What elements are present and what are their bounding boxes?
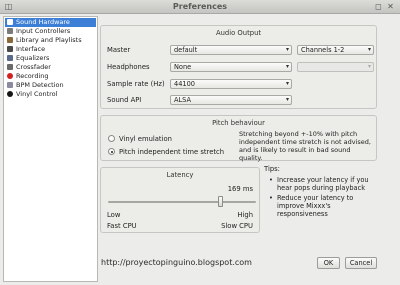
tips-title: Tips: (264, 165, 280, 173)
chevron-down-icon: ▾ (367, 63, 371, 70)
sidebar-item-label: Interface (16, 45, 46, 53)
audio-output-title: Audio Output (215, 29, 262, 37)
sidebar-item-recording[interactable]: Recording (5, 72, 96, 81)
cancel-button[interactable]: Cancel (345, 257, 377, 269)
blog-watermark: http://proyectopinguino.blogspot.com (101, 258, 252, 267)
sidebar-item-vinyl-control[interactable]: Vinyl Control (5, 90, 96, 99)
sidebar-item-label: Sound Hardware (16, 18, 70, 26)
sound-api-value: ALSA (174, 96, 192, 104)
speaker-icon (7, 19, 13, 25)
sidebar-item-label: Equalizers (16, 54, 50, 62)
latency-value: 169 ms (227, 185, 253, 193)
minimize-icon[interactable]: ◻ (374, 3, 383, 11)
sidebar-item-label: Input Controllers (16, 27, 71, 35)
tips-list: • Increase your latency if you hear pops… (266, 176, 382, 218)
ok-button[interactable]: OK (317, 257, 340, 269)
sidebar-item-input-controllers[interactable]: Input Controllers (5, 27, 96, 36)
pitch-independent-radio[interactable] (108, 148, 115, 155)
equalizer-icon (7, 55, 13, 61)
latency-slider-track[interactable] (108, 201, 256, 203)
sound-api-select[interactable]: ALSA ▾ (170, 95, 292, 105)
headphones-label: Headphones (107, 63, 150, 71)
master-label: Master (107, 46, 131, 54)
bpm-icon (7, 82, 13, 88)
sidebar-item-label: Crossfader (16, 63, 51, 71)
sidebar-item-label: BPM Detection (16, 81, 64, 89)
pitch-behaviour-title: Pitch behaviour (212, 119, 265, 127)
monitor-icon (7, 46, 13, 52)
latency-title: Latency (166, 171, 194, 179)
master-channels-select[interactable]: Channels 1-2 ▾ (297, 45, 374, 55)
sidebar-item-label: Vinyl Control (16, 90, 58, 98)
sample-rate-label: Sample rate (Hz) (107, 80, 165, 88)
headphones-device-select[interactable]: None ▾ (170, 62, 292, 72)
fast-cpu-label: Fast CPU (107, 222, 137, 230)
tip-text: Reduce your latency to improve Mixxx's r… (277, 194, 354, 218)
crossfader-icon (7, 64, 13, 70)
sidebar-item-label: Recording (16, 72, 49, 80)
library-icon (7, 37, 13, 43)
pitch-warning-note: Stretching beyond +-10% with pitch indep… (239, 130, 371, 162)
tip-text: Increase your latency if you hear pops d… (277, 176, 369, 192)
sidebar-item-label: Library and Playlists (16, 36, 82, 44)
slow-cpu-label: Slow CPU (221, 222, 253, 230)
chevron-down-icon: ▾ (367, 46, 371, 53)
sidebar-item-library-and-playlists[interactable]: Library and Playlists (5, 36, 96, 45)
tip-item: • Increase your latency if you hear pops… (269, 176, 369, 192)
sidebar-item-interface[interactable]: Interface (5, 45, 96, 54)
headphones-device-value: None (174, 63, 192, 71)
chevron-down-icon: ▾ (285, 46, 289, 53)
chevron-down-icon: ▾ (285, 96, 289, 103)
vinyl-emulation-radio[interactable] (108, 135, 115, 142)
preferences-window: ◫ Preferences ◻ ✕ Sound Hardware Input C… (0, 0, 400, 285)
audio-output-group: Audio Output Master default ▾ Channels 1… (100, 25, 377, 109)
preferences-sidebar: Sound Hardware Input Controllers Library… (3, 16, 98, 282)
vinyl-icon (7, 91, 13, 97)
sidebar-item-sound-hardware[interactable]: Sound Hardware (5, 18, 96, 27)
window-title: Preferences (172, 2, 228, 11)
sample-rate-value: 44100 (174, 80, 195, 88)
master-device-select[interactable]: default ▾ (170, 45, 292, 55)
cancel-button-label: Cancel (349, 259, 373, 267)
master-device-value: default (174, 46, 198, 54)
master-channels-value: Channels 1-2 (301, 46, 345, 54)
pitch-behaviour-group: Pitch behaviour Vinyl emulation Pitch in… (100, 115, 377, 162)
controller-icon (7, 28, 13, 34)
sidebar-item-equalizers[interactable]: Equalizers (5, 54, 96, 63)
chevron-down-icon: ▾ (285, 80, 289, 87)
pitch-independent-label[interactable]: Pitch independent time stretch (119, 148, 224, 156)
latency-slider-handle[interactable] (217, 196, 223, 207)
tip-item: • Reduce your latency to improve Mixxx's… (269, 194, 354, 218)
sidebar-item-crossfader[interactable]: Crossfader (5, 63, 96, 72)
sidebar-item-bpm-detection[interactable]: BPM Detection (5, 81, 96, 90)
chevron-down-icon: ▾ (285, 63, 289, 70)
sample-rate-select[interactable]: 44100 ▾ (170, 79, 292, 89)
latency-group: Latency 169 ms Low High Fast CPU Slow CP… (100, 167, 260, 233)
headphones-channels-select[interactable]: ▾ (297, 62, 374, 72)
latency-high-label: High (237, 211, 253, 219)
record-icon (7, 73, 13, 79)
latency-low-label: Low (107, 211, 121, 219)
sound-api-label: Sound API (107, 96, 142, 104)
ok-button-label: OK (323, 259, 334, 267)
vinyl-emulation-label[interactable]: Vinyl emulation (119, 135, 172, 143)
close-icon[interactable]: ✕ (386, 3, 395, 11)
title-bar: ◫ Preferences ◻ ✕ (0, 0, 400, 14)
